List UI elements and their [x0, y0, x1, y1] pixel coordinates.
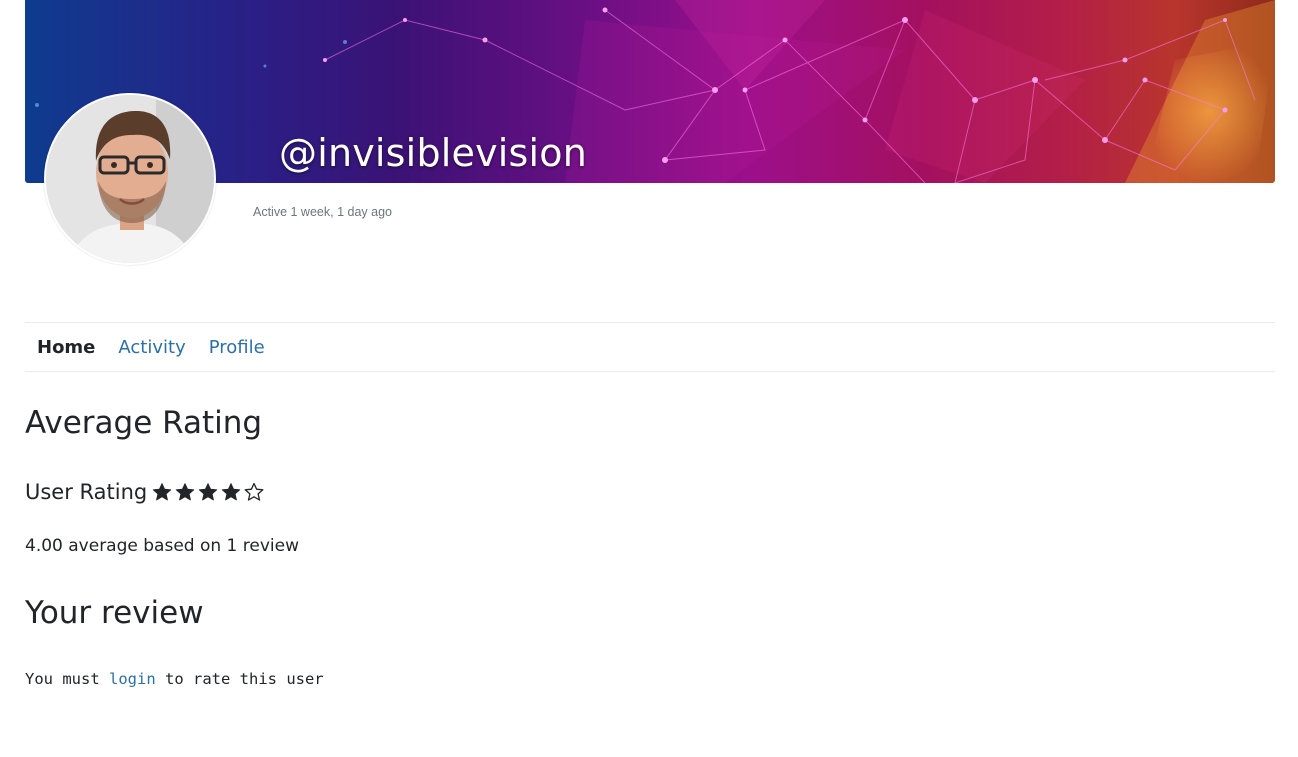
login-prompt: You must login to rate this user: [25, 670, 324, 688]
login-link[interactable]: login: [109, 670, 156, 688]
nav-profile[interactable]: Profile: [209, 337, 265, 358]
login-prompt-prefix: You must: [25, 670, 109, 688]
average-rating-heading: Average Rating: [25, 405, 263, 441]
star-filled-icon: [152, 482, 175, 502]
star-filled-icon: [198, 482, 221, 502]
star-filled-icon: [175, 482, 198, 502]
login-prompt-suffix: to rate this user: [155, 670, 324, 688]
average-summary: 4.00 average based on 1 review: [25, 536, 299, 556]
avatar[interactable]: [44, 93, 216, 265]
rating-stars: [152, 482, 267, 502]
nav-activity[interactable]: Activity: [118, 337, 185, 358]
nav-home[interactable]: Home: [37, 337, 95, 358]
avatar-portrait: [46, 95, 214, 263]
star-empty-icon: [244, 482, 267, 502]
profile-subnav: Home Activity Profile: [25, 322, 1275, 372]
user-rating: User Rating: [25, 480, 267, 504]
star-filled-icon: [221, 482, 244, 502]
profile-username: @invisiblevision: [279, 131, 588, 175]
last-active-status: Active 1 week, 1 day ago: [253, 205, 392, 219]
user-rating-label: User Rating: [25, 480, 148, 504]
your-review-heading: Your review: [25, 595, 204, 631]
